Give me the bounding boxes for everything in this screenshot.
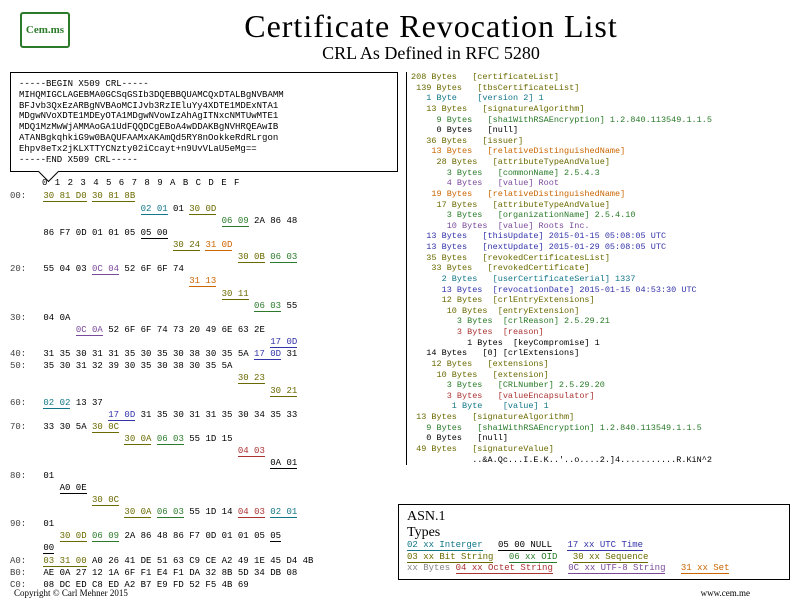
pem-line: MDQ1MzMwWjAMMAoGA1UdFQQDCgEBoA4wDDAKBgNV…: [19, 122, 389, 133]
hex-column-header: 0 1 2 3 4 5 6 7 8 9 A B C D E F: [42, 178, 398, 188]
pem-line: Ehpv8eTx2jKLXTTYCNzty02iCcayt+n9UvVLaU5e…: [19, 144, 389, 155]
pem-line: MDgwNVoXDTE1MDEyOTA1MDgwNVowIzAhAgITNxcN…: [19, 111, 389, 122]
footer: Copyright © Carl Mehner 2015 www.cem.me: [10, 588, 790, 598]
asn1-legend: ASN.1Types 02 xx Interger 05 00 NULL 17 …: [398, 504, 790, 580]
asn1-tree: 208 Bytes [certificateList] 139 Bytes [t…: [406, 72, 790, 465]
pem-end: -----END X509 CRL-----: [19, 155, 389, 166]
hex-dump: 00: 30 81 D0 30 81 8B 02 01 01 30 0D 06 …: [10, 190, 398, 591]
pem-line: MIHQMIGCLAGEBMA0GCSqGSIb3DQEBBQUAMCQxDTA…: [19, 90, 389, 101]
page-subtitle: CRL As Defined in RFC 5280: [82, 43, 780, 64]
page-title: Certificate Revocation List: [82, 8, 780, 45]
header: Cem.ms Certificate Revocation List CRL A…: [0, 0, 800, 68]
url: www.cem.me: [701, 588, 750, 598]
pem-begin: -----BEGIN X509 CRL-----: [19, 79, 389, 90]
copyright: Copyright © Carl Mehner 2015: [14, 588, 128, 598]
pem-block: -----BEGIN X509 CRL----- MIHQMIGCLAGEBMA…: [10, 72, 398, 172]
pem-line: BFJvb3QxEzARBgNVBAoMCIJvb3RzIEluYy4XDTE1…: [19, 101, 389, 112]
pem-line: ATANBgkqhkiG9w0BAQUFAAMxAKAmQd5RY8nOokke…: [19, 133, 389, 144]
left-panel: -----BEGIN X509 CRL----- MIHQMIGCLAGEBMA…: [10, 72, 398, 591]
logo: Cem.ms: [20, 12, 70, 48]
